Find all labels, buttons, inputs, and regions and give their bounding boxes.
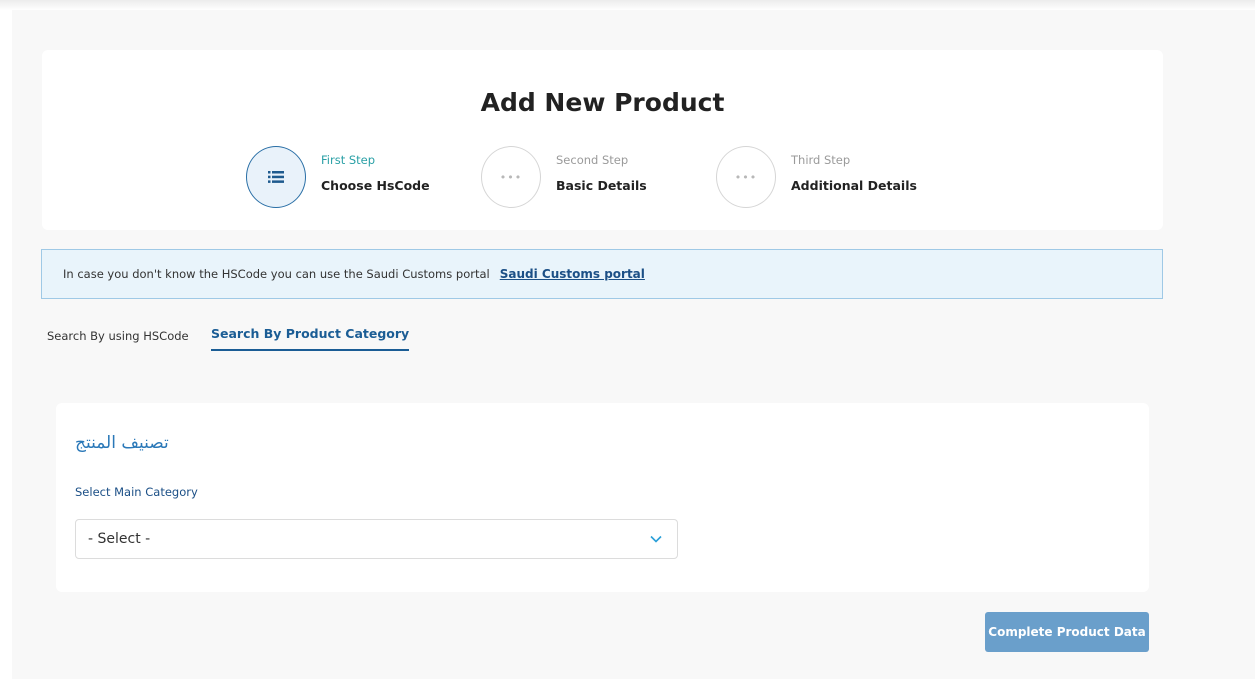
- ellipsis-icon: •••: [716, 146, 776, 208]
- page-title: Add New Product: [480, 88, 725, 117]
- header-card: Add New Product First Step Choose HsCode…: [42, 50, 1163, 230]
- step-label: Second Step: [556, 153, 629, 167]
- category-card: تصنيف المنتج Select Main Category - Sele…: [56, 403, 1149, 592]
- step-title: Additional Details: [791, 178, 917, 193]
- category-heading: تصنيف المنتج: [75, 433, 169, 453]
- select-value: - Select -: [88, 531, 151, 547]
- step-label: Third Step: [791, 153, 851, 167]
- saudi-customs-link[interactable]: Saudi Customs portal: [500, 267, 645, 281]
- step-label: First Step: [321, 153, 376, 167]
- step-title: Choose HsCode: [321, 178, 430, 193]
- info-text: In case you don't know the HSCode you ca…: [63, 267, 490, 281]
- chevron-down-icon: [650, 535, 662, 543]
- complete-product-data-button[interactable]: Complete Product Data: [985, 612, 1149, 652]
- step-title: Basic Details: [556, 178, 647, 193]
- tab-search-by-hscode[interactable]: Search By using HSCode: [47, 329, 189, 343]
- info-banner: In case you don't know the HSCode you ca…: [41, 249, 1163, 299]
- ellipsis-icon: •••: [481, 146, 541, 208]
- main-category-label: Select Main Category: [75, 485, 198, 499]
- tab-search-by-category[interactable]: Search By Product Category: [211, 326, 410, 351]
- top-shadow: [0, 0, 1255, 10]
- list-icon: [246, 146, 306, 208]
- main-category-select[interactable]: - Select -: [75, 519, 678, 559]
